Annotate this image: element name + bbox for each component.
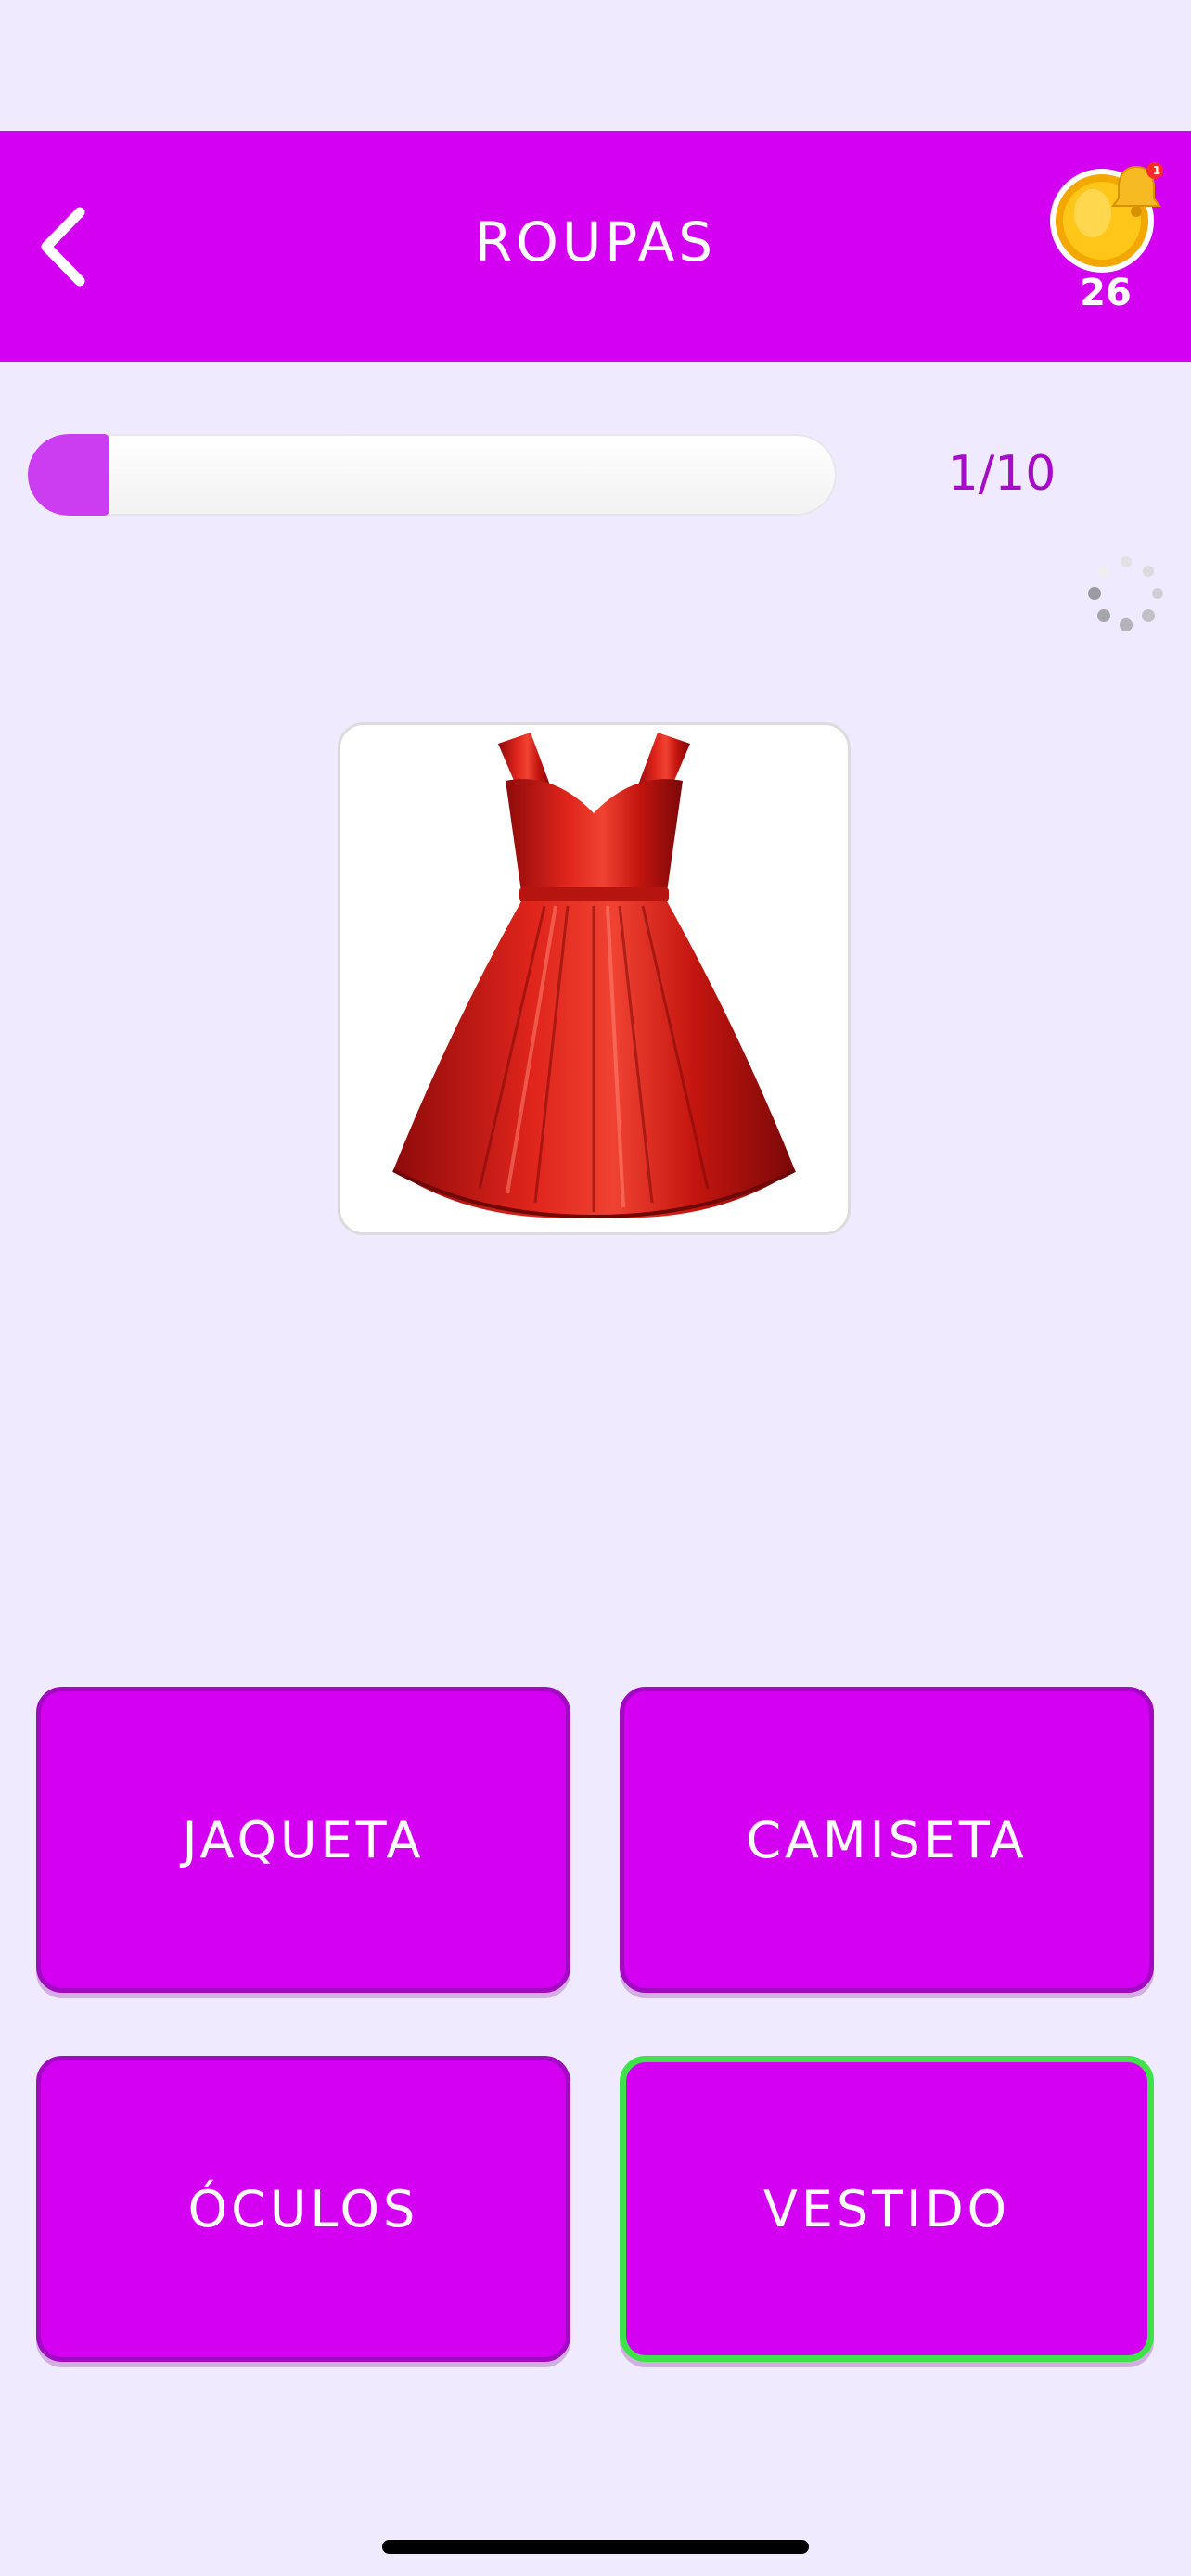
progress-label: 1/10 bbox=[947, 446, 1057, 502]
answer-button-jaqueta[interactable]: JAQUETA bbox=[36, 1687, 570, 1993]
coin-count: 26 bbox=[1080, 272, 1132, 314]
answer-button-vestido[interactable]: VESTIDO bbox=[620, 2056, 1154, 2362]
page-title: ROUPAS bbox=[474, 210, 717, 274]
bell-badge-count: 1 bbox=[1152, 164, 1161, 177]
answer-button-camiseta[interactable]: CAMISETA bbox=[620, 1687, 1154, 1993]
progress-bar bbox=[28, 434, 837, 516]
dress-icon bbox=[392, 733, 796, 1219]
answer-button-oculos[interactable]: ÓCULOS bbox=[36, 2056, 570, 2362]
progress-fill bbox=[28, 434, 109, 516]
loading-spinner-icon bbox=[1088, 556, 1163, 631]
coin-button[interactable]: 1 bbox=[1048, 162, 1163, 278]
question-image-card bbox=[338, 722, 851, 1235]
home-indicator[interactable] bbox=[382, 2540, 809, 2554]
